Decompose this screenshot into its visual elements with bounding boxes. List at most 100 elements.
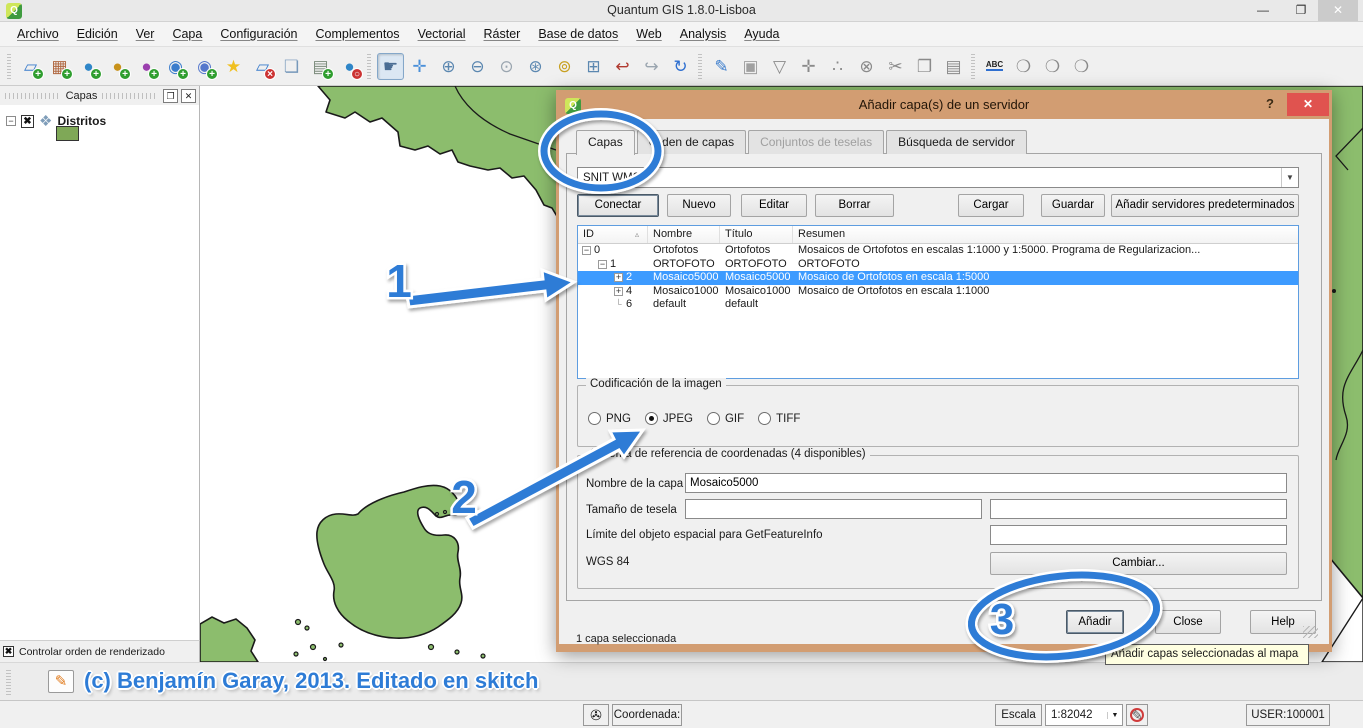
layer-name-input[interactable]: [685, 473, 1287, 493]
layer-visibility-checkbox[interactable]: ✖: [21, 114, 34, 128]
chevron-down-icon[interactable]: ▼: [1107, 711, 1122, 719]
server-select[interactable]: SNIT WMS ▼: [577, 167, 1299, 188]
extents-toggle-icon[interactable]: ✇: [583, 704, 609, 726]
column-header-id[interactable]: ID ▵: [578, 226, 648, 243]
zoom-last-icon[interactable]: ↩: [609, 53, 636, 80]
menu-base-de-datos[interactable]: Base de datos: [529, 24, 627, 44]
menu-edici-n[interactable]: Edición: [68, 24, 127, 44]
conectar-button[interactable]: Conectar: [577, 194, 659, 217]
dialog-close-button[interactable]: ✕: [1287, 93, 1329, 116]
expander-minus-icon[interactable]: −: [598, 259, 607, 269]
zoom-to-selection-icon[interactable]: ⊚: [551, 53, 578, 80]
dialog-help-button[interactable]: ?: [1259, 96, 1281, 116]
editar-button[interactable]: Editar: [741, 194, 807, 217]
zoom-in-icon[interactable]: ⊕: [435, 53, 462, 80]
new-print-composer-icon[interactable]: ❏: [278, 53, 305, 80]
legend-color-swatch[interactable]: [56, 126, 79, 141]
add-feature-icon[interactable]: ▽: [766, 53, 793, 80]
close-button[interactable]: Close: [1155, 610, 1221, 634]
move-feature-icon[interactable]: ✛: [795, 53, 822, 80]
close-panel-icon[interactable]: ✕: [181, 88, 197, 103]
radio-jpeg[interactable]: JPEG: [644, 412, 693, 425]
zoom-full-icon[interactable]: ⊛: [522, 53, 549, 80]
menu-complementos[interactable]: Complementos: [306, 24, 408, 44]
cut-features-icon[interactable]: ✂: [882, 53, 909, 80]
render-order-checkbox[interactable]: ✖: [3, 646, 14, 657]
dialog-titlebar[interactable]: Q Añadir capa(s) de un servidor ? ✕: [559, 93, 1329, 119]
add-gps-layer-icon[interactable]: ▤ +: [307, 53, 334, 80]
new-shapefile-layer-icon[interactable]: ★: [220, 53, 247, 80]
close-window-button[interactable]: ✕: [1318, 0, 1358, 21]
save-edits-icon[interactable]: ▣: [737, 53, 764, 80]
radio-png[interactable]: PNG: [588, 412, 631, 425]
radio-dot-icon[interactable]: [706, 412, 720, 425]
menu-r-ster[interactable]: Ráster: [475, 24, 530, 44]
chevron-down-icon[interactable]: ▼: [1281, 168, 1298, 187]
menu-archivo[interactable]: Archivo: [8, 24, 68, 44]
add-vector-layer-icon[interactable]: ▱ +: [17, 53, 44, 80]
change-label-properties-icon[interactable]: ❍: [1068, 53, 1095, 80]
float-panel-icon[interactable]: ❐: [163, 88, 179, 103]
user-crs-button[interactable]: USER:100001: [1246, 704, 1330, 726]
guardar-button[interactable]: Guardar: [1041, 194, 1105, 217]
add-raster-layer-icon[interactable]: ▦ +: [46, 53, 73, 80]
tab-orden-de-capas[interactable]: Orden de capas: [636, 130, 747, 154]
add-postgis-layer-icon[interactable]: ● +: [75, 53, 102, 80]
restore-button[interactable]: ❐: [1284, 0, 1318, 21]
expander-plus-icon[interactable]: +: [614, 273, 623, 283]
table-row-2[interactable]: +2 Mosaico5000 Mosaico5000 Mosaico de Ortof…: [578, 271, 1298, 285]
layer-tree-item[interactable]: − ✖ ❖ Distritos: [0, 108, 199, 130]
menu-ayuda[interactable]: Ayuda: [735, 24, 788, 44]
table-row-0[interactable]: −0 Ortofotos Ortofotos Mosaicos de Ortofoto…: [578, 244, 1298, 258]
move-label-icon[interactable]: ❍: [1010, 53, 1037, 80]
toggle-editing-icon[interactable]: ✎: [708, 53, 735, 80]
borrar-button[interactable]: Borrar: [815, 194, 894, 217]
resize-grip[interactable]: [1303, 626, 1318, 638]
feature-limit-input[interactable]: [990, 525, 1287, 545]
radio-tiff[interactable]: TIFF: [758, 412, 800, 425]
labeling-icon[interactable]: ABC: [981, 53, 1008, 80]
scale-select[interactable]: 1:82042 ▼: [1045, 704, 1123, 726]
nuevo-button[interactable]: Nuevo: [667, 194, 731, 217]
cargar-button[interactable]: Cargar: [958, 194, 1024, 217]
copy-features-icon[interactable]: ❐: [911, 53, 938, 80]
add-wms-layer-icon[interactable]: ◉ +: [162, 53, 189, 80]
add-mssql-layer-icon[interactable]: ● +: [133, 53, 160, 80]
menu-web[interactable]: Web: [627, 24, 670, 44]
table-row-6[interactable]: └ 6 default default: [578, 298, 1298, 312]
change-crs-button[interactable]: Cambiar...: [990, 552, 1287, 575]
table-row-1[interactable]: −1 ORTOFOTO ORTOFOTO ORTOFOTO: [578, 258, 1298, 272]
zoom-to-layer-icon[interactable]: ⊞: [580, 53, 607, 80]
add-wfs-layer-icon[interactable]: ◉ +: [191, 53, 218, 80]
paste-features-icon[interactable]: ▤: [940, 53, 967, 80]
column-header-titulo[interactable]: Título: [720, 226, 793, 243]
radio-dot-icon[interactable]: [588, 412, 601, 425]
remove-layer-icon[interactable]: ▱ ×: [249, 53, 276, 80]
column-header-nombre[interactable]: Nombre: [648, 226, 720, 243]
radio-dot-icon[interactable]: [644, 412, 658, 425]
tile-height-input[interactable]: [990, 499, 1287, 519]
add-default-servers-button[interactable]: Añadir servidores predeterminados: [1111, 194, 1299, 217]
expander-minus-icon[interactable]: −: [582, 246, 591, 256]
stop-render-icon[interactable]: ✎: [1126, 704, 1148, 726]
layers-panel-header[interactable]: Capas ❐ ✕: [0, 86, 199, 105]
radio-gif[interactable]: GIF: [706, 412, 744, 425]
collapse-icon[interactable]: −: [6, 116, 16, 126]
tab-capas[interactable]: Capas: [576, 130, 635, 155]
tab-busqueda-de-servidor[interactable]: Búsqueda de servidor: [886, 130, 1027, 154]
menu-capa[interactable]: Capa: [163, 24, 211, 44]
menu-analysis[interactable]: Analysis: [671, 24, 736, 44]
minimize-button[interactable]: —: [1246, 0, 1280, 21]
zoom-out-icon[interactable]: ⊖: [464, 53, 491, 80]
menu-vectorial[interactable]: Vectorial: [409, 24, 475, 44]
menu-configuraci-n[interactable]: Configuración: [211, 24, 306, 44]
add-spatialite-layer-icon[interactable]: ● +: [104, 53, 131, 80]
column-header-resumen[interactable]: Resumen: [793, 226, 1298, 243]
add-oracle-georaster-layer-icon[interactable]: ● ○: [336, 53, 363, 80]
tile-width-input[interactable]: [685, 499, 982, 519]
zoom-native-icon[interactable]: ⊙: [493, 53, 520, 80]
rotate-label-icon[interactable]: ❍: [1039, 53, 1066, 80]
menu-ver[interactable]: Ver: [127, 24, 164, 44]
zoom-next-icon[interactable]: ↪: [638, 53, 665, 80]
expander-plus-icon[interactable]: +: [614, 286, 623, 296]
